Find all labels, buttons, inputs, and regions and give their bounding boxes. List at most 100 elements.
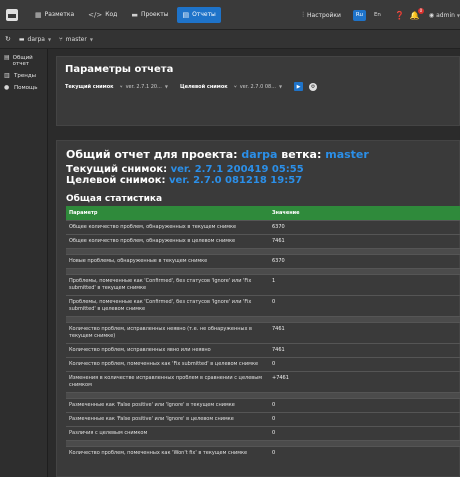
branch-select[interactable]: ⑂ master ▼: [59, 36, 93, 43]
lang-ru-button[interactable]: Ru: [352, 9, 366, 21]
param-cell: Количество проблем, помеченных как 'Fix …: [66, 357, 269, 372]
notification-count-badge: 0: [417, 7, 424, 14]
sidebar-item-general-report[interactable]: ▤ Общий отчет: [0, 53, 47, 69]
sidebar-item-label: Общий отчет: [12, 55, 33, 67]
param-cell: Изменения в количестве исправленных проб…: [66, 371, 269, 393]
current-snapshot-heading-label: Текущий снимок:: [66, 164, 168, 175]
table-row: Размеченные как 'False positive' или 'Ig…: [66, 398, 460, 413]
nav-code-label: Код: [105, 11, 118, 18]
snapshot-icon: ⑂: [233, 83, 237, 90]
params-row: Текущий снимок ⑂ ver. 2.7.1 20... ▼ Целе…: [65, 82, 451, 91]
value-cell: 6370: [269, 220, 460, 235]
sliders-icon: ⫶: [302, 10, 305, 19]
target-snapshot-select[interactable]: ⑂ ver. 2.7.0 08... ▼: [234, 84, 282, 90]
column-header-value: Значение: [269, 206, 460, 221]
table-row: Изменения в количестве исправленных проб…: [66, 371, 460, 393]
table-row: Количество проблем, помеченных как 'Fix …: [66, 357, 460, 372]
snapshot-icon: ⑂: [119, 83, 123, 90]
branch-icon: ⑂: [59, 35, 63, 43]
value-cell: 6370: [269, 254, 460, 269]
current-snapshot-select[interactable]: ⑂ ver. 2.7.1 20... ▼: [120, 84, 168, 90]
markup-icon: ▦: [35, 10, 42, 19]
chevron-down-icon: ▼: [164, 84, 168, 89]
stats-table: Параметр Значение Общее количество пробл…: [66, 206, 460, 460]
stats-title: Общая статистика: [66, 194, 163, 204]
table-row: Размеченные как 'False positive' или 'Ig…: [66, 412, 460, 427]
stats-table-body: Общее количество проблем, обнаруженных в…: [66, 220, 460, 460]
report-settings-button[interactable]: ⚙: [309, 82, 318, 91]
play-icon: ▶: [296, 83, 301, 90]
sidebar-item-label: Помощь: [14, 85, 38, 91]
report-title: Общий отчет для проекта: darpa ветка: ma…: [66, 148, 450, 161]
table-row: Количество проблем, исправленных явно ил…: [66, 343, 460, 358]
table-row: Общее количество проблем, обнаруженных в…: [66, 234, 460, 249]
trends-icon: ▥: [4, 72, 10, 79]
build-report-button[interactable]: ▶: [294, 82, 304, 91]
nav-markup[interactable]: ▦ Разметка: [30, 7, 79, 23]
param-cell: Различия с целевым снимком: [66, 426, 269, 441]
project-select[interactable]: ▬ darpa ▼: [19, 36, 51, 43]
column-header-param: Параметр: [66, 206, 269, 221]
value-cell: 7461: [269, 234, 460, 249]
branch-select-value: master: [65, 35, 87, 43]
param-cell: Общее количество проблем, обнаруженных в…: [66, 220, 269, 235]
nav-projects[interactable]: ▬ Проекты: [126, 7, 173, 23]
report-title-prefix: Общий отчет для проекта:: [66, 148, 238, 161]
value-cell: 7461: [269, 322, 460, 344]
current-snapshot-label: Текущий снимок: [65, 83, 114, 90]
param-cell: Новые проблемы, обнаруженные в текущем с…: [66, 254, 269, 269]
nav-reports[interactable]: ▤ Отчеты: [177, 6, 221, 23]
topbar-right: ⫶ Настройки Ru En ❓ 🔔 0 ◉ admin ▼: [297, 7, 460, 23]
target-snapshot-heading-label: Целевой снимок:: [66, 175, 166, 186]
refresh-icon[interactable]: ↻: [5, 35, 11, 43]
nav-markup-label: Разметка: [44, 11, 75, 18]
param-cell: Размеченные как 'False positive' или 'Ig…: [66, 412, 269, 427]
user-menu[interactable]: ◉ admin ▼: [429, 12, 460, 19]
chevron-down-icon: ▼: [47, 36, 52, 42]
value-cell: 0: [269, 295, 460, 317]
nav-reports-label: Отчеты: [192, 11, 216, 18]
table-row: Проблемы, помеченные как 'Confirmed', бе…: [66, 274, 460, 296]
stats-header-row: Параметр Значение: [66, 206, 460, 221]
chevron-down-icon: ▼: [278, 84, 283, 89]
target-snapshot-value: ver. 2.7.0 08...: [239, 83, 276, 90]
chevron-down-icon: ▼: [89, 36, 93, 42]
value-cell: 0: [269, 398, 460, 413]
table-row: Количество проблем, помеченных как 'Won'…: [66, 446, 460, 460]
notifications-bell-icon[interactable]: 🔔 0: [410, 7, 424, 20]
report-branch: master: [325, 148, 369, 161]
param-cell: Размеченные как 'False positive' или 'Ig…: [66, 398, 269, 413]
user-icon: ◉: [428, 11, 435, 19]
report-branch-label: ветка:: [281, 148, 322, 161]
code-icon: </>: [88, 10, 103, 19]
report-project: darpa: [241, 148, 278, 161]
general-report-panel: Общий отчет для проекта: darpa ветка: ma…: [56, 140, 460, 477]
value-cell: 0: [269, 426, 460, 441]
table-row: Новые проблемы, обнаруженные в текущем с…: [66, 254, 460, 269]
param-cell: Количество проблем, исправленных неявно …: [66, 322, 269, 344]
params-title: Параметры отчета: [65, 64, 174, 75]
app-logo-icon[interactable]: [6, 8, 18, 21]
target-snapshot-heading-value: ver. 2.7.0 081218 19:57: [169, 175, 303, 186]
settings-button[interactable]: ⫶ Настройки: [297, 7, 346, 23]
nav-code[interactable]: </> Код: [83, 7, 122, 23]
param-cell: Проблемы, помеченные как 'Confirmed', бе…: [66, 274, 269, 296]
sidebar-item-trends[interactable]: ▥ Тренды: [0, 71, 47, 81]
nav-projects-label: Проекты: [140, 11, 169, 18]
project-select-value: darpa: [27, 35, 45, 43]
lang-en-button[interactable]: En: [371, 10, 384, 21]
table-row: Различия с целевым снимком 0: [66, 426, 460, 441]
info-icon: ●: [4, 84, 10, 91]
top-navbar: ▦ Разметка </> Код ▬ Проекты ▤ Отчеты ⫶ …: [0, 0, 460, 30]
param-cell: Количество проблем, исправленных явно ил…: [66, 343, 269, 358]
table-row: Проблемы, помеченные как 'Confirmed', бе…: [66, 295, 460, 317]
sidebar-item-label: Тренды: [14, 73, 36, 79]
target-snapshot-label: Целевой снимок: [179, 83, 228, 90]
param-cell: Количество проблем, помеченных как 'Won'…: [66, 446, 269, 460]
sidebar-item-help[interactable]: ● Помощь: [0, 83, 47, 93]
reports-icon: ▤: [182, 10, 190, 19]
help-icon[interactable]: ❓: [395, 11, 405, 20]
user-name: admin: [436, 11, 455, 19]
gear-icon: ⚙: [310, 83, 316, 90]
current-snapshot-value: ver. 2.7.1 20...: [125, 83, 162, 90]
